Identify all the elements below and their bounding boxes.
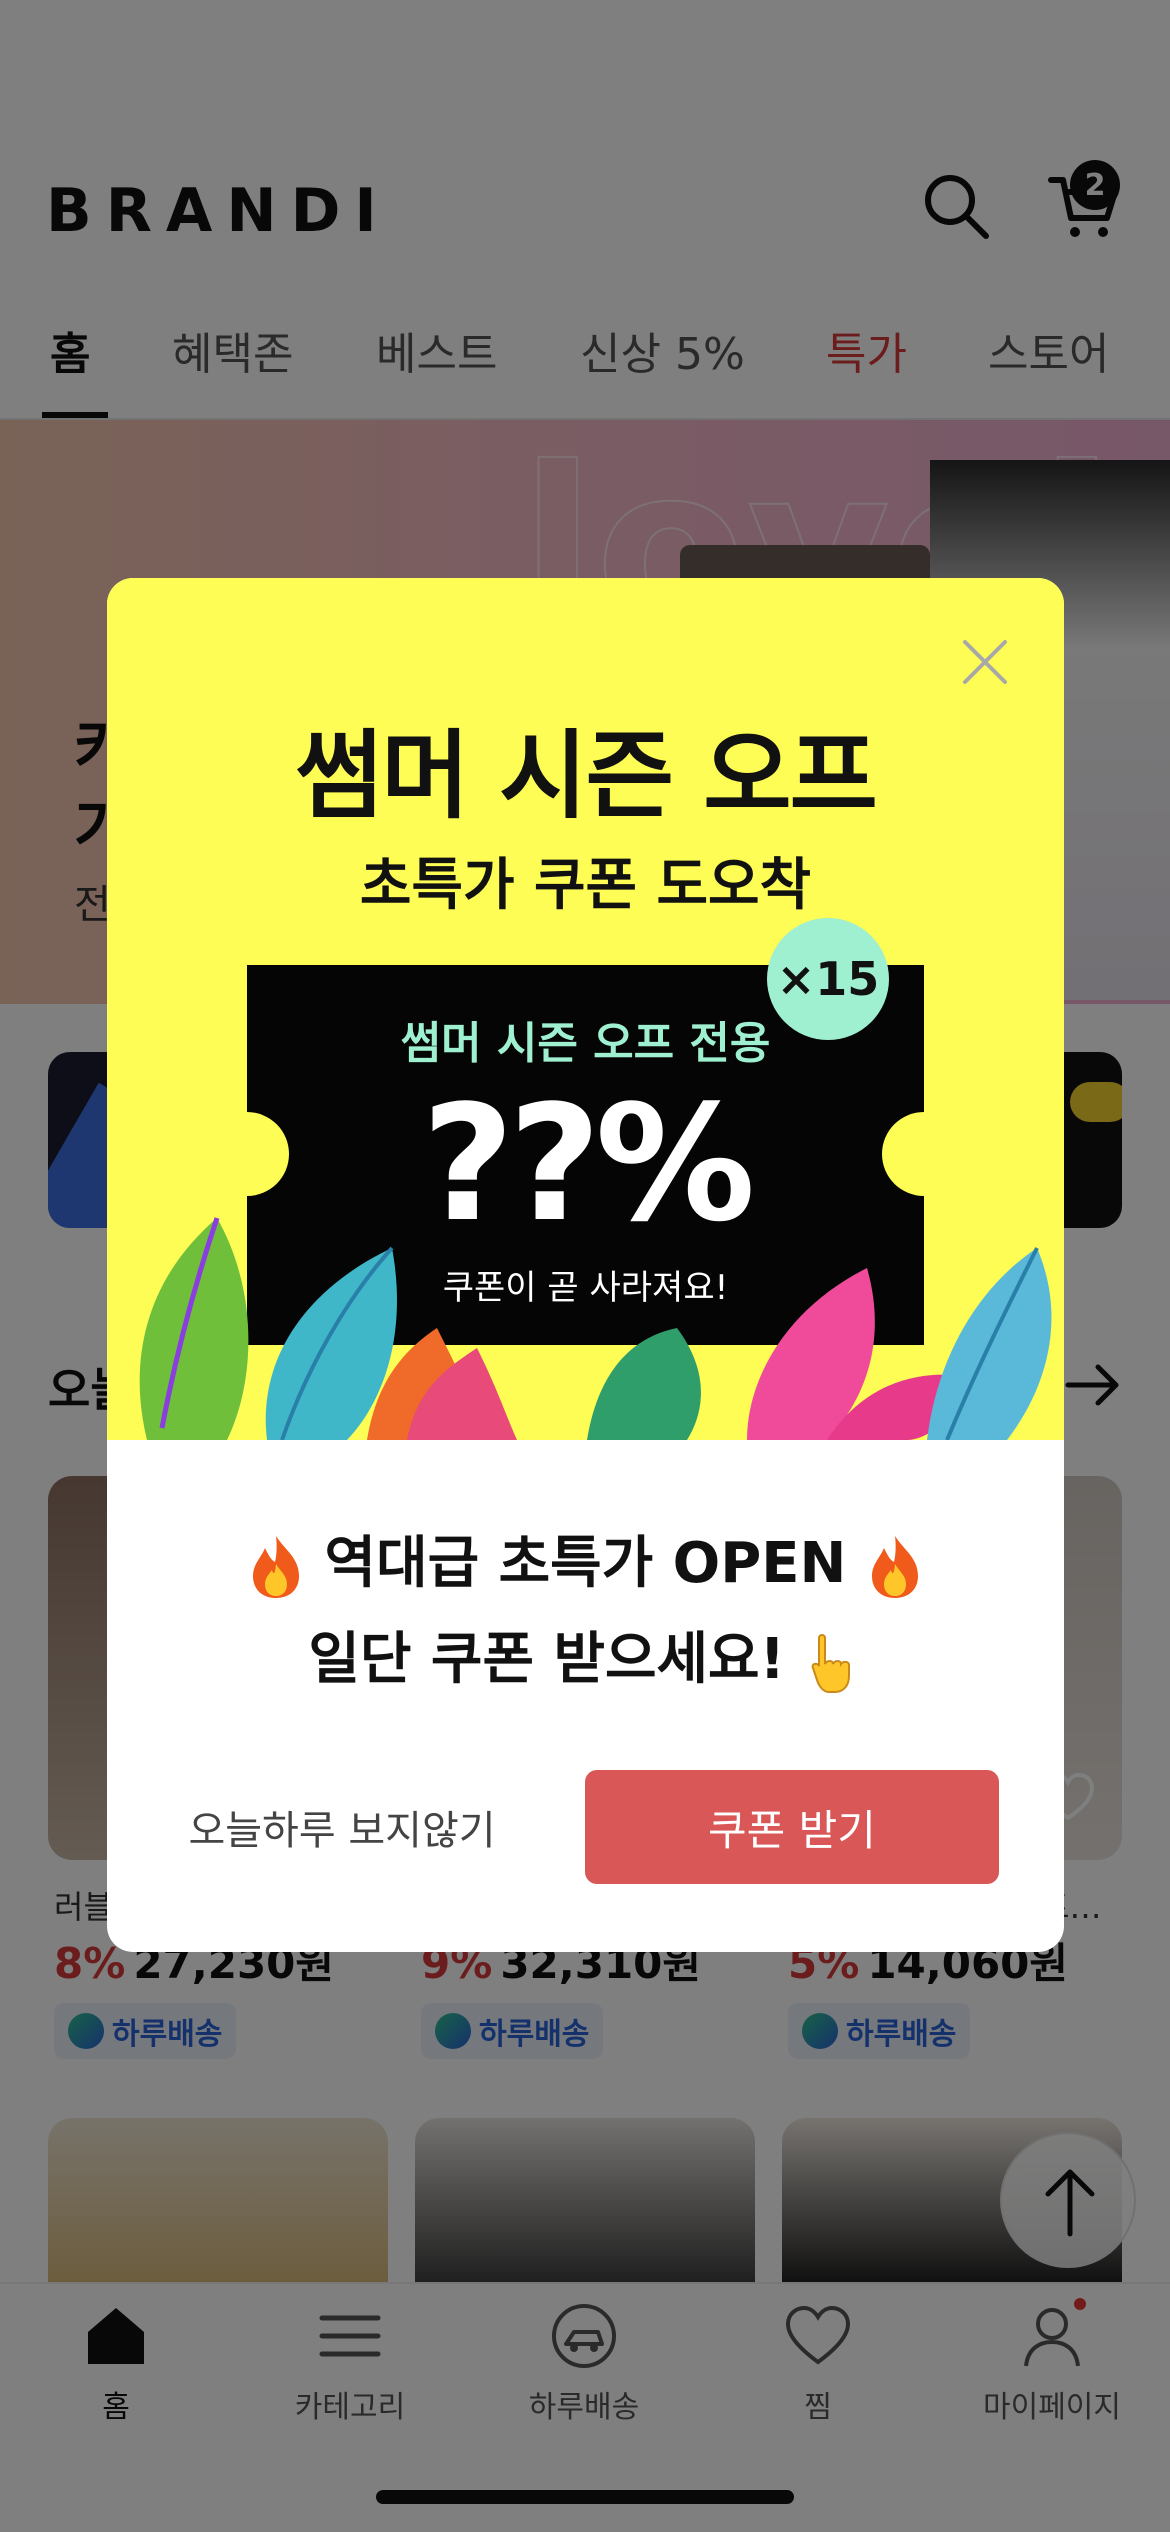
promo-subtitle: 초특가 쿠폰 도오착	[359, 853, 812, 918]
promo-message-line1: 역대급 초특가 OPEN	[107, 1518, 1064, 1600]
coupon-multiplier-badge: ×15	[767, 918, 889, 1040]
pointing-down-hand-icon	[811, 1633, 850, 1693]
fire-icon	[253, 1535, 300, 1598]
promo-title: 썸머 시즌 오프	[295, 720, 878, 832]
promo-message-line2-text: 일단 쿠폰 받으세요!	[308, 1627, 786, 1692]
coupon-popup: 썸머 시즌 오프 초특가 쿠폰 도오착 썸머 시즌 오프 전용 ??% 쿠폰이 …	[107, 578, 1064, 1952]
close-icon[interactable]	[955, 632, 1015, 692]
get-coupon-button[interactable]: 쿠폰 받기	[585, 1770, 999, 1884]
promo-message-line1-text: 역대급 초특가 OPEN	[324, 1531, 847, 1596]
promo-message-line2: 일단 쿠폰 받으세요!	[107, 1614, 1064, 1696]
promo-banner[interactable]: 썸머 시즌 오프 초특가 쿠폰 도오착 썸머 시즌 오프 전용 ??% 쿠폰이 …	[107, 578, 1064, 1440]
tropical-leaves-illustration	[139, 1217, 1052, 1440]
fire-icon	[871, 1535, 918, 1598]
dismiss-today-button[interactable]: 오늘하루 보지않기	[147, 1770, 537, 1884]
